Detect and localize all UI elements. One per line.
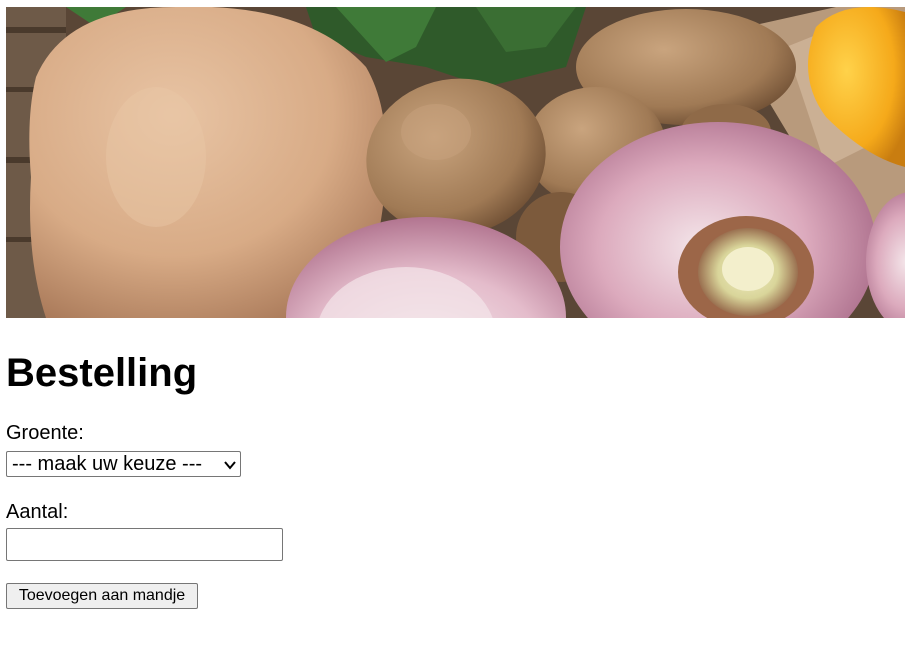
page-title: Bestelling — [6, 351, 198, 395]
page: Bestelling Groente: --- maak uw keuze --… — [0, 0, 905, 652]
groente-select[interactable]: --- maak uw keuze --- — [6, 451, 241, 477]
groente-select-value: --- maak uw keuze --- — [12, 453, 203, 475]
groente-label: Groente: — [6, 422, 84, 444]
aantal-label: Aantal: — [6, 501, 69, 523]
aantal-input[interactable] — [6, 528, 283, 561]
hero-image — [6, 7, 905, 318]
chevron-down-icon — [224, 461, 236, 470]
add-to-cart-button[interactable]: Toevoegen aan mandje — [6, 583, 198, 609]
